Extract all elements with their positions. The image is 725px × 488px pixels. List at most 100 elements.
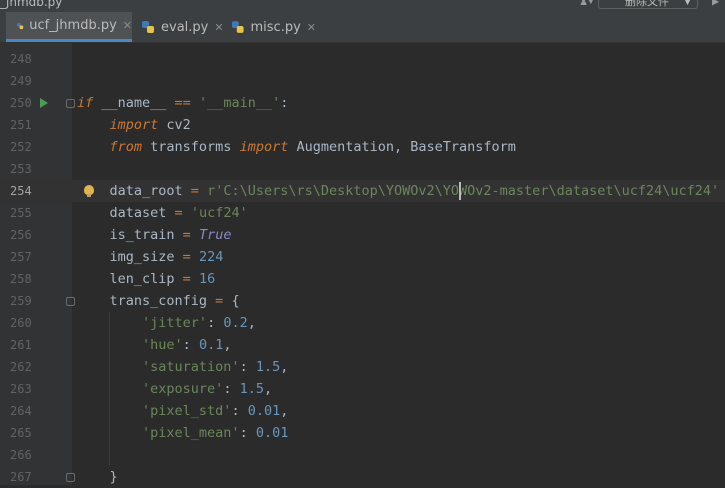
line-number: 252 bbox=[10, 140, 32, 154]
code-text[interactable]: 'hue': 0.1, bbox=[77, 334, 231, 356]
line-number: 249 bbox=[10, 74, 32, 88]
code-text[interactable]: from transforms import Augmentation, Bas… bbox=[77, 136, 516, 158]
code-token: : bbox=[231, 403, 248, 419]
run-gutter-icon[interactable] bbox=[40, 98, 48, 108]
code-line[interactable]: 249 bbox=[0, 70, 725, 92]
code-text[interactable]: is_train = True bbox=[77, 224, 232, 246]
code-line[interactable]: 252 from transforms import Augmentation,… bbox=[0, 136, 725, 158]
code-text[interactable]: dataset = 'ucf24' bbox=[77, 202, 248, 224]
code-line[interactable]: 259 trans_config = { bbox=[0, 290, 725, 312]
line-number: 258 bbox=[10, 272, 32, 286]
tab-label: eval.py bbox=[161, 19, 209, 35]
line-number: 262 bbox=[10, 360, 32, 374]
code-token: = bbox=[190, 183, 199, 199]
code-token: , bbox=[223, 337, 232, 353]
code-token: 1.5 bbox=[239, 381, 264, 397]
line-number: 255 bbox=[10, 206, 32, 220]
tab-misc[interactable]: misc.py ✕ bbox=[230, 12, 316, 42]
python-file-icon bbox=[231, 21, 244, 33]
line-number: 254 bbox=[10, 184, 32, 198]
code-text[interactable]: import cv2 bbox=[77, 114, 191, 136]
code-token: == bbox=[174, 95, 191, 111]
code-token: = bbox=[182, 227, 191, 243]
code-token: if bbox=[77, 95, 94, 111]
line-number: 266 bbox=[10, 448, 32, 462]
run-icon[interactable]: ▶ bbox=[712, 0, 719, 8]
code-line[interactable]: 258 len_clip = 16 bbox=[0, 268, 725, 290]
code-text[interactable]: 'jitter': 0.2, bbox=[77, 312, 256, 334]
code-line[interactable]: 248 bbox=[0, 48, 725, 70]
code-token: , bbox=[263, 381, 273, 397]
code-token: : bbox=[223, 381, 240, 397]
delete-file-button-label: 删除文件 bbox=[625, 0, 669, 8]
line-number: 260 bbox=[10, 316, 32, 330]
code-token: : bbox=[280, 95, 289, 111]
code-line[interactable]: 257 img_size = 224 bbox=[0, 246, 725, 268]
code-token: trans_config bbox=[77, 293, 216, 309]
code-token: 'ucf24' bbox=[190, 205, 248, 221]
code-token: , bbox=[280, 403, 289, 419]
tab-eval[interactable]: eval.py ✕ bbox=[140, 12, 226, 42]
line-number: 263 bbox=[10, 382, 32, 396]
code-token: import bbox=[239, 139, 289, 155]
close-icon[interactable]: ✕ bbox=[123, 19, 132, 32]
tab-ucf-jhmdb[interactable]: ucf_jhmdb.py ✕ bbox=[6, 12, 132, 42]
code-text[interactable]: img_size = 224 bbox=[77, 246, 224, 268]
code-text[interactable]: data_root = r'C:\Users\rs\Desktop\YOWOv2… bbox=[77, 180, 720, 202]
code-line[interactable]: 254 data_root = r'C:\Users\rs\Desktop\YO… bbox=[0, 180, 725, 202]
code-token: 'jitter' bbox=[142, 315, 208, 331]
code-token: import bbox=[109, 117, 159, 133]
code-text[interactable]: trans_config = { bbox=[77, 290, 240, 312]
window-file-title: _jhmdb.py bbox=[0, 0, 63, 9]
code-token: , bbox=[247, 315, 256, 331]
fold-marker-icon[interactable] bbox=[66, 473, 75, 482]
code-token: 0.01 bbox=[247, 403, 281, 419]
code-line[interactable]: 251 import cv2 bbox=[0, 114, 725, 136]
code-text[interactable]: len_clip = 16 bbox=[77, 268, 216, 290]
close-icon[interactable]: ✕ bbox=[307, 21, 316, 34]
code-text[interactable]: if __name__ == '__main__': bbox=[77, 92, 288, 114]
code-token: from bbox=[109, 139, 143, 155]
chevron-down-icon: ▼ bbox=[684, 0, 691, 7]
fold-marker-icon[interactable] bbox=[66, 99, 75, 108]
code-line[interactable]: 250 if __name__ == '__main__': bbox=[0, 92, 725, 114]
code-token: : bbox=[239, 359, 256, 375]
code-token: 'pixel_std' bbox=[142, 403, 232, 419]
code-token: 16 bbox=[198, 271, 216, 287]
code-token: len_clip bbox=[77, 271, 183, 287]
code-token: img_size bbox=[77, 249, 183, 265]
tab-label: ucf_jhmdb.py bbox=[29, 18, 117, 33]
python-file-icon bbox=[142, 21, 154, 33]
code-token: : bbox=[207, 315, 224, 331]
fold-marker-icon[interactable] bbox=[66, 297, 75, 306]
delete-file-button[interactable]: 删除文件 ▼ bbox=[598, 0, 698, 9]
code-token: cv2 bbox=[158, 117, 191, 133]
code-token: dataset bbox=[77, 205, 175, 221]
code-token: = bbox=[182, 249, 191, 265]
code-token: 'exposure' bbox=[142, 381, 224, 397]
lightbulb-icon[interactable] bbox=[84, 185, 94, 197]
code-line[interactable]: 253 bbox=[0, 158, 725, 180]
code-token: transforms bbox=[142, 139, 240, 155]
user-icon[interactable]: ♟▾ bbox=[580, 0, 594, 8]
editor-tab-bar: ucf_jhmdb.py ✕ eval.py ✕ misc.py ✕ bbox=[0, 12, 725, 43]
indent-guide bbox=[109, 312, 110, 466]
code-token: 'hue' bbox=[142, 337, 183, 353]
code-token: } bbox=[77, 469, 118, 485]
close-icon[interactable]: ✕ bbox=[214, 21, 223, 34]
code-token: 0.2 bbox=[223, 315, 248, 331]
code-token: 'pixel_mean' bbox=[142, 425, 240, 441]
code-token: True bbox=[198, 227, 232, 243]
python-file-icon bbox=[17, 22, 24, 29]
code-token: data_root bbox=[77, 183, 191, 199]
code-token: { bbox=[223, 293, 240, 309]
code-text[interactable]: 'exposure': 1.5, bbox=[77, 378, 272, 400]
code-line[interactable]: 255 dataset = 'ucf24' bbox=[0, 202, 725, 224]
code-token: 224 bbox=[198, 249, 224, 265]
code-line[interactable]: 256 is_train = True bbox=[0, 224, 725, 246]
line-number: 259 bbox=[10, 294, 32, 308]
